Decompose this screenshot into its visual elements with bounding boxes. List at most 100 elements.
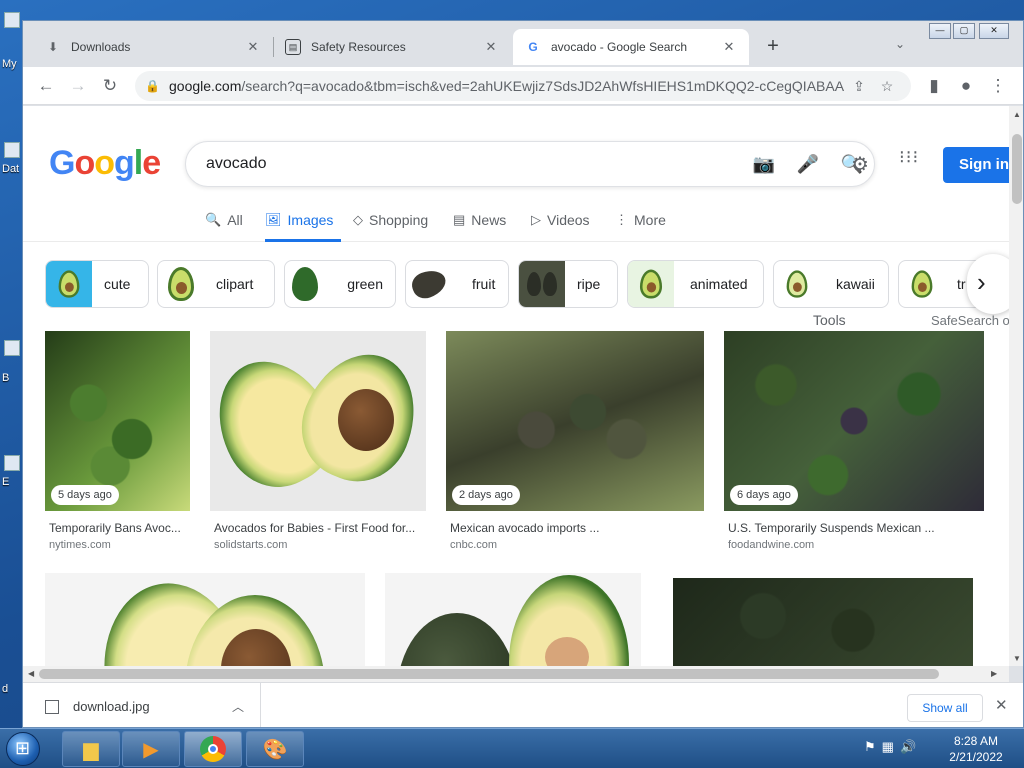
result-source[interactable]: foodandwine.com — [724, 539, 984, 551]
close-icon[interactable]: ✕ — [721, 39, 737, 55]
chip-clipart[interactable]: clipart — [157, 260, 275, 308]
volume-icon[interactable]: 🔊 — [900, 739, 922, 754]
desktop-icon[interactable] — [4, 340, 20, 356]
result-thumbnail[interactable] — [210, 331, 426, 511]
system-tray[interactable]: ⚑▦🔊 — [864, 739, 922, 755]
camera-icon[interactable]: 📷 — [742, 154, 786, 175]
result-thumbnail[interactable] — [673, 578, 973, 666]
tab-google-search[interactable]: G avocado - Google Search ✕ — [513, 29, 749, 65]
close-icon[interactable]: ✕ — [483, 39, 499, 55]
show-all-button[interactable]: Show all — [907, 694, 983, 722]
taskbar-media-player[interactable]: ▶ — [122, 731, 180, 767]
desktop-icon[interactable] — [4, 455, 20, 471]
safesearch-button[interactable]: SafeSearch o — [931, 313, 1009, 328]
desktop-label: d — [2, 683, 9, 695]
tab-downloads[interactable]: ⬇ Downloads ✕ — [33, 29, 273, 65]
image-result[interactable] — [385, 573, 641, 666]
download-item[interactable]: download.jpg ︿ — [29, 683, 261, 727]
tab-images[interactable]: 🖼 Images — [265, 212, 341, 242]
settings-gear-icon[interactable]: ⚙ — [851, 152, 869, 177]
lock-icon[interactable]: 🔒 — [145, 79, 160, 93]
tab-all[interactable]: 🔍 All — [205, 212, 243, 242]
scroll-down-icon[interactable]: ▼ — [1013, 654, 1021, 663]
system-clock[interactable]: 8:28 AM 2/21/2022 — [940, 733, 1012, 765]
chip-thumbnail — [628, 261, 674, 307]
result-thumbnail[interactable] — [45, 573, 365, 666]
maximize-button[interactable]: ▢ — [953, 23, 975, 39]
scrollbar-thumb[interactable] — [1012, 134, 1022, 204]
folder-icon: ▆ — [83, 738, 99, 761]
result-thumbnail[interactable]: 5 days ago — [45, 331, 190, 511]
tab-strip: ⬇ Downloads ✕ ▤ Safety Resources ✕ G avo… — [23, 21, 1023, 67]
google-logo[interactable]: Google — [49, 144, 161, 183]
back-button[interactable]: ← — [33, 73, 59, 99]
close-icon[interactable]: ✕ — [245, 39, 261, 55]
result-thumbnail[interactable]: 6 days ago — [724, 331, 984, 511]
close-window-button[interactable]: ✕ — [979, 23, 1009, 39]
address-bar[interactable]: 🔒 google.com/search?q=avocado&tbm=isch&v… — [135, 71, 911, 101]
result-thumbnail[interactable] — [385, 573, 641, 666]
taskbar-explorer[interactable]: ▆ — [62, 731, 120, 767]
result-title[interactable]: Temporarily Bans Avoc... — [45, 521, 190, 535]
tools-button[interactable]: Tools — [813, 312, 846, 328]
tab-more[interactable]: ⋮ More — [615, 212, 666, 242]
result-thumbnail[interactable]: 2 days ago — [446, 331, 704, 511]
chevron-up-icon[interactable]: ︿ — [232, 698, 244, 715]
scroll-left-icon[interactable]: ◀ — [28, 669, 34, 678]
chevron-right-icon[interactable]: › — [967, 254, 1009, 314]
image-result[interactable]: 5 days ago Temporarily Bans Avoc... nyti… — [45, 331, 190, 551]
scroll-right-icon[interactable]: ▶ — [991, 669, 997, 678]
chip-green[interactable]: green — [284, 260, 396, 308]
result-source[interactable]: cnbc.com — [446, 539, 704, 551]
chrome-menu-icon[interactable]: ⋮ — [985, 73, 1011, 99]
network-icon[interactable]: ▦ — [882, 739, 900, 754]
image-result[interactable] — [45, 573, 365, 666]
result-title[interactable]: U.S. Temporarily Suspends Mexican ... — [724, 521, 984, 535]
chip-thumbnail — [519, 261, 565, 307]
side-panel-icon[interactable]: ▮ — [921, 73, 947, 99]
vertical-scrollbar[interactable]: ▲ ▼ — [1009, 106, 1023, 666]
result-title[interactable]: Mexican avocado imports ... — [446, 521, 704, 535]
tab-label: All — [227, 212, 243, 228]
tab-news[interactable]: ▤ News — [453, 212, 506, 242]
image-result[interactable]: 6 days ago U.S. Temporarily Suspends Mex… — [724, 331, 984, 551]
tab-label: Shopping — [369, 212, 429, 228]
minimize-button[interactable]: — — [929, 23, 951, 39]
apps-grid-icon[interactable]: ⁝⁝⁝ — [899, 148, 919, 166]
scroll-up-icon[interactable]: ▲ — [1013, 110, 1021, 119]
result-title[interactable]: Avocados for Babies - First Food for... — [210, 521, 426, 535]
tab-safety-resources[interactable]: ▤ Safety Resources ✕ — [273, 29, 511, 65]
sign-in-button[interactable]: Sign in — [943, 147, 1009, 183]
search-input[interactable]: avocado 📷 🎤 🔍 — [185, 141, 875, 187]
image-result[interactable]: 2 days ago Mexican avocado imports ... c… — [446, 331, 704, 551]
horizontal-scrollbar[interactable]: ◀ ▶ — [23, 666, 1009, 682]
scrollbar-thumb[interactable] — [39, 669, 939, 679]
reload-button[interactable]: ↻ — [97, 73, 123, 99]
chip-ripe[interactable]: ripe — [518, 260, 618, 308]
share-icon[interactable]: ⇪ — [845, 78, 873, 95]
desktop-icon[interactable] — [4, 12, 20, 28]
desktop-icon[interactable] — [4, 142, 20, 158]
image-result[interactable] — [673, 578, 973, 666]
start-button[interactable] — [6, 732, 40, 766]
chip-fruit[interactable]: fruit — [405, 260, 509, 308]
image-result[interactable]: Avocados for Babies - First Food for... … — [210, 331, 426, 551]
tab-search-button[interactable]: ⌄ — [895, 37, 905, 51]
bookmark-star-icon[interactable]: ☆ — [873, 78, 901, 95]
result-source[interactable]: nytimes.com — [45, 539, 190, 551]
flag-icon[interactable]: ⚑ — [864, 739, 882, 754]
chip-thumbnail — [46, 261, 92, 307]
tab-videos[interactable]: ▷ Videos — [531, 212, 590, 242]
result-source[interactable]: solidstarts.com — [210, 539, 426, 551]
profile-avatar-icon[interactable]: ● — [953, 73, 979, 99]
chip-cute[interactable]: cute — [45, 260, 149, 308]
taskbar-paint[interactable]: 🎨 — [246, 731, 304, 767]
forward-button[interactable]: → — [65, 73, 91, 99]
chip-kawaii[interactable]: kawaii — [773, 260, 889, 308]
chip-animated[interactable]: animated — [627, 260, 764, 308]
close-icon[interactable]: ✕ — [995, 696, 1008, 714]
tab-shopping[interactable]: ◇ Shopping — [353, 212, 428, 242]
taskbar-chrome[interactable] — [184, 731, 242, 767]
new-tab-button[interactable]: + — [761, 35, 785, 59]
microphone-icon[interactable]: 🎤 — [786, 154, 830, 175]
